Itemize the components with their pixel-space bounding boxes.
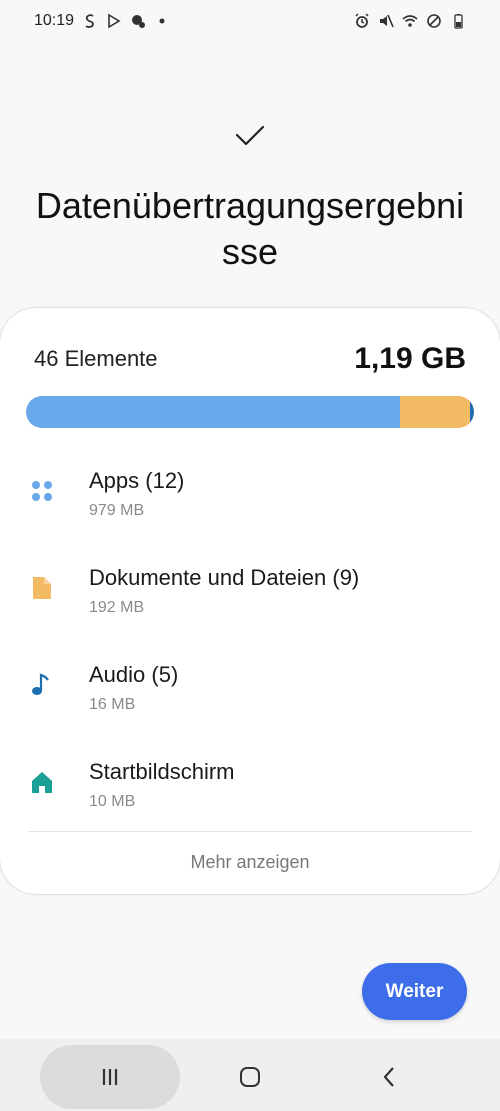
recent-apps-icon xyxy=(102,1069,118,1085)
summary-row: 46 Elemente 1,19 GB xyxy=(34,342,466,376)
category-size: 16 MB xyxy=(89,696,136,713)
status-right xyxy=(354,13,466,29)
total-size: 1,19 GB xyxy=(354,342,466,375)
category-list: Apps (12) 979 MB Dokumente und Dateien (… xyxy=(0,456,500,844)
item-count: 46 Elemente xyxy=(34,346,158,371)
battery-icon xyxy=(450,13,466,29)
document-icon xyxy=(29,575,55,601)
usage-segment-apps xyxy=(26,396,401,428)
tips-icon xyxy=(130,13,146,29)
status-left: 10:19 xyxy=(34,12,170,30)
checkmark-icon xyxy=(235,125,265,146)
home-button-icon xyxy=(240,1067,260,1087)
category-label: Startbildschirm xyxy=(89,759,235,784)
next-button[interactable]: Weiter xyxy=(362,963,467,1020)
back-icon xyxy=(383,1067,394,1087)
storage-usage-bar xyxy=(26,396,474,428)
home-button[interactable] xyxy=(230,1059,270,1095)
category-item-audio[interactable]: Audio (5) 16 MB xyxy=(0,650,500,747)
show-more-link[interactable]: Mehr anzeigen xyxy=(0,852,500,873)
status-bar: 10:19 xyxy=(0,0,500,42)
category-size: 979 MB xyxy=(89,502,145,519)
back-button[interactable] xyxy=(370,1059,410,1095)
usage-segment-documents xyxy=(400,396,470,428)
music-note-icon xyxy=(29,672,55,698)
usage-segment-audio xyxy=(469,396,474,428)
navigation-bar xyxy=(0,1039,500,1111)
category-label: Dokumente und Dateien (9) xyxy=(89,565,360,590)
divider xyxy=(28,831,472,832)
home-icon xyxy=(29,769,55,795)
category-size: 192 MB xyxy=(89,599,145,616)
category-label: Apps (12) xyxy=(89,468,185,493)
do-not-disturb-icon xyxy=(426,13,442,29)
recent-apps-button[interactable] xyxy=(90,1059,130,1095)
apps-grid-icon xyxy=(29,478,55,504)
status-time: 10:19 xyxy=(34,12,75,29)
category-item-apps[interactable]: Apps (12) 979 MB xyxy=(0,456,500,553)
category-item-home-screen[interactable]: Startbildschirm 10 MB xyxy=(0,747,500,844)
dot-icon xyxy=(154,13,170,29)
success-check xyxy=(0,118,500,152)
play-store-icon xyxy=(106,13,122,29)
wifi-icon xyxy=(402,13,418,29)
page-title: Datenübertragungsergebnisse xyxy=(35,185,465,272)
category-label: Audio (5) xyxy=(89,662,179,687)
mute-icon xyxy=(378,13,394,29)
alarm-icon xyxy=(354,13,370,29)
results-card: 46 Elemente 1,19 GB Apps (12) 979 MB Dok… xyxy=(0,308,500,894)
sync-icon xyxy=(82,13,98,29)
category-size: 10 MB xyxy=(89,793,136,810)
category-item-documents[interactable]: Dokumente und Dateien (9) 192 MB xyxy=(0,553,500,650)
